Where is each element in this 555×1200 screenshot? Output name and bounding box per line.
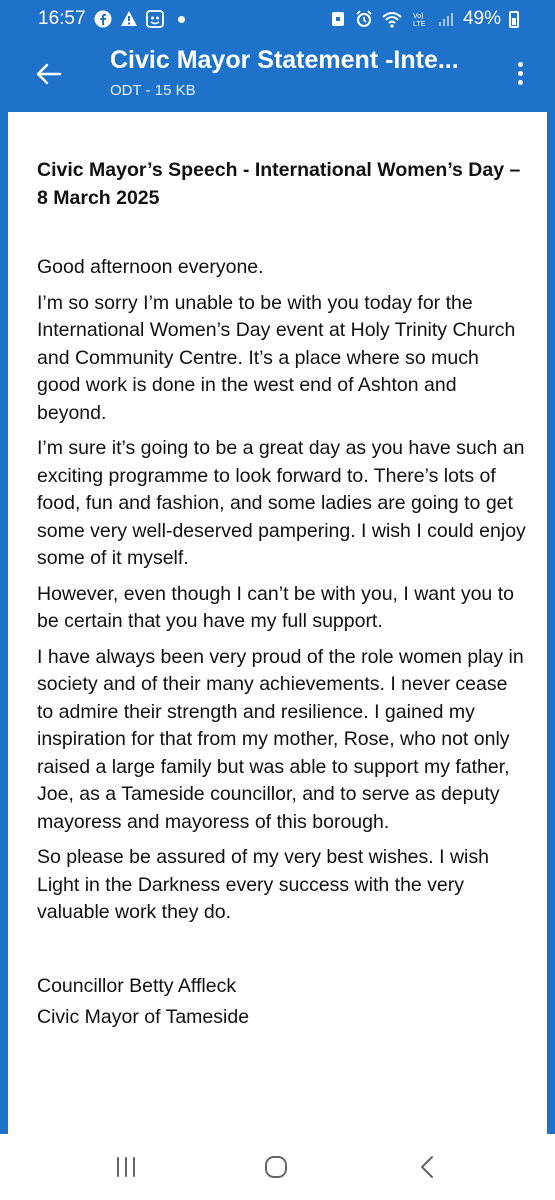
recent-apps-icon[interactable]: [108, 1152, 144, 1182]
paragraph: Good afternoon everyone.: [37, 256, 264, 278]
alarm-icon: [356, 10, 372, 27]
app-bar: Civic Mayor Statement -Inte... ODT - 15 …: [0, 36, 555, 110]
signature-name: Councillor Betty Affleck: [37, 974, 237, 997]
notification-dot-icon: [177, 15, 185, 23]
status-right: Vo) LTE 49%: [329, 8, 519, 30]
document-page[interactable]: Civic Mayor’s Speech - International Wom…: [8, 112, 547, 1134]
navigation-bar: [0, 1134, 555, 1200]
facebook-icon: [94, 10, 112, 28]
signature-block: Councillor Betty Affleck Civic Mayor of …: [37, 971, 527, 1033]
volte-icon: Vo) LTE: [413, 13, 426, 28]
document-heading: Civic Mayor’s Speech - International Wom…: [37, 159, 521, 209]
battery-percentage: 49%: [462, 8, 501, 29]
signature-role: Civic Mayor of Tameside: [37, 1005, 250, 1028]
paragraph: I’m so sorry I’m unable to be with you t…: [37, 291, 516, 424]
status-left: 16:57: [38, 8, 185, 30]
status-time: 16:57: [38, 8, 86, 29]
document-title: Civic Mayor Statement -Inte...: [110, 46, 459, 74]
alert-icon: [120, 11, 137, 26]
app-notification-icon: [145, 10, 164, 28]
paragraph: So please be assured of my very best wis…: [37, 846, 489, 923]
back-icon[interactable]: [410, 1152, 446, 1182]
paragraph: However, even though I can’t be with you…: [37, 582, 514, 633]
document-subtitle: ODT - 15 KB: [110, 82, 196, 99]
lock-icon: [331, 12, 344, 26]
signal-icon: [438, 13, 453, 26]
back-arrow-icon[interactable]: [30, 56, 66, 92]
svg-text:LTE: LTE: [413, 21, 426, 28]
status-bar: 16:57 Vo) LTE 49%: [0, 0, 555, 36]
wifi-icon: [382, 12, 402, 28]
svg-text:Vo): Vo): [413, 13, 424, 20]
paragraph: I’m sure it’s going to be a great day as…: [37, 437, 526, 569]
home-icon[interactable]: [258, 1152, 294, 1182]
document-content: Civic Mayor’s Speech - International Wom…: [37, 156, 527, 1033]
more-options-icon[interactable]: [513, 58, 527, 94]
paragraph: I have always been very proud of the rol…: [37, 645, 524, 833]
battery-icon: [509, 10, 519, 28]
